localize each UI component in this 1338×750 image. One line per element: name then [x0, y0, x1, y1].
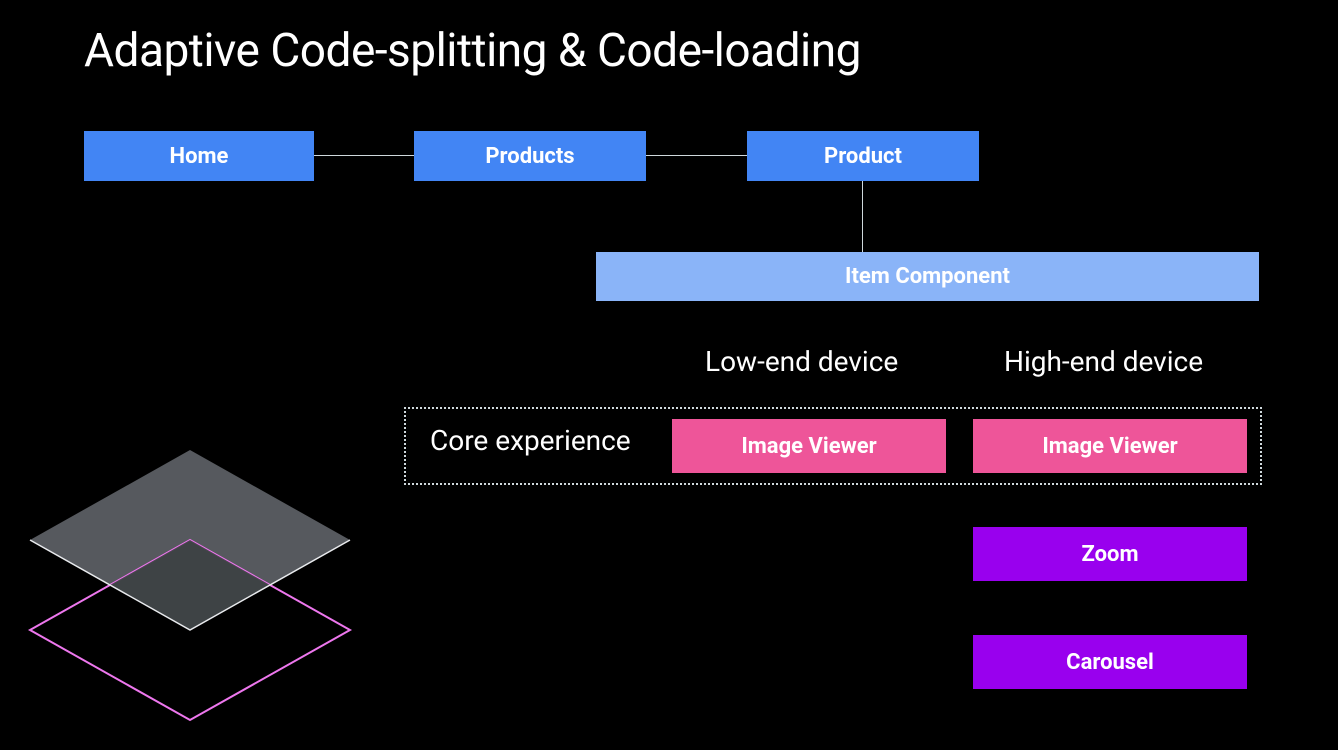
core-experience-label: Core experience	[430, 424, 631, 457]
feature-image-viewer-high: Image Viewer	[973, 419, 1247, 473]
node-products: Products	[414, 131, 646, 181]
feature-zoom: Zoom	[973, 527, 1247, 581]
connector-line-home-products	[314, 155, 414, 156]
connector-line-product-item	[862, 181, 863, 252]
slide: Adaptive Code-splitting & Code-loading H…	[0, 0, 1338, 740]
slide-title: Adaptive Code-splitting & Code-loading	[84, 24, 861, 78]
connector-line-products-product	[646, 155, 747, 156]
node-home: Home	[84, 131, 314, 181]
feature-image-viewer-low: Image Viewer	[672, 419, 946, 473]
column-label-low-end: Low-end device	[705, 345, 898, 378]
column-label-high-end: High-end device	[1004, 345, 1203, 378]
item-component-bar: Item Component	[596, 252, 1259, 301]
node-product: Product	[747, 131, 979, 181]
layers-icon	[0, 430, 380, 750]
feature-carousel: Carousel	[973, 635, 1247, 689]
